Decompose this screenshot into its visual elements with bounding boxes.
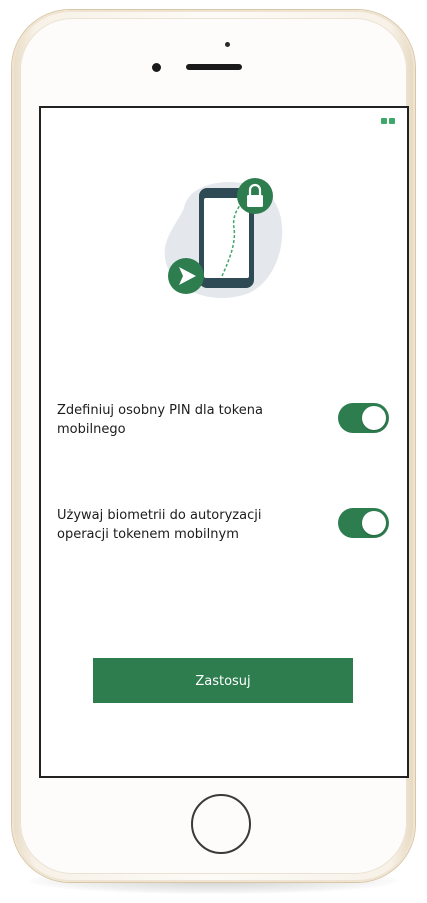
biometrics-label: Używaj biometrii do autoryzacji operacji… bbox=[57, 508, 262, 542]
phone-with-lock-and-send-icon bbox=[154, 168, 294, 308]
send-arrow-icon bbox=[168, 258, 204, 294]
mobile-token-illustration bbox=[164, 178, 283, 299]
device-mockup: Zdefiniuj osobny PIN dla tokena mobilneg… bbox=[0, 0, 427, 903]
toggle-knob bbox=[362, 406, 386, 430]
toggle-knob bbox=[362, 511, 386, 535]
battery-icon bbox=[381, 118, 395, 124]
biometrics-toggle[interactable] bbox=[338, 508, 389, 538]
lock-icon bbox=[237, 178, 273, 214]
front-camera-icon bbox=[152, 63, 161, 72]
separate-pin-toggle[interactable] bbox=[338, 403, 389, 433]
app-screen: Zdefiniuj osobny PIN dla tokena mobilneg… bbox=[39, 106, 409, 778]
home-button[interactable] bbox=[191, 794, 251, 854]
separate-pin-label: Zdefiniuj osobny PIN dla tokena mobilneg… bbox=[57, 403, 263, 437]
earpiece-speaker bbox=[186, 64, 242, 70]
proximity-sensor bbox=[225, 42, 230, 47]
apply-button[interactable]: Zastosuj bbox=[93, 658, 353, 703]
